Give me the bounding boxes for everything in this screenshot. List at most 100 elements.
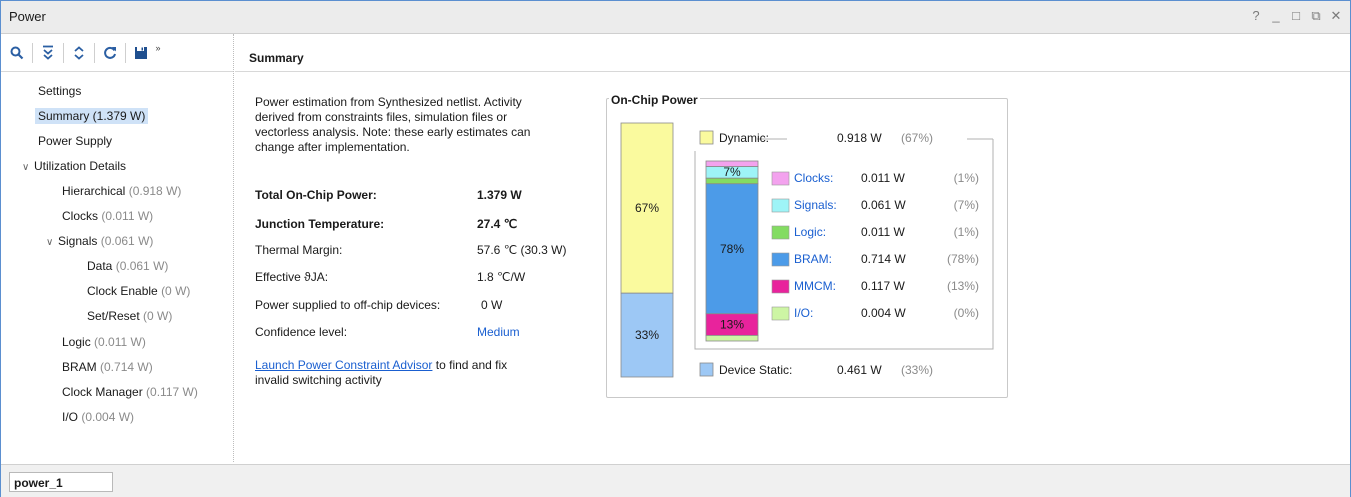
dynamic-bar-label: 7% (723, 165, 741, 179)
save-icon[interactable] (131, 43, 151, 63)
theta-ja-value: 1.8 ℃/W (477, 270, 526, 284)
tree-item-value: (0.918 W) (128, 184, 182, 198)
signals-legend-link[interactable]: Signals: (794, 198, 837, 212)
toolbar-separator (32, 42, 33, 63)
logic-watts: 0.011 W (861, 225, 905, 239)
clocks-percent: (1%) (954, 171, 979, 185)
tree-item-clock-enable[interactable]: Clock Enable (0 W) (87, 284, 190, 298)
toolbar-separator (63, 42, 64, 63)
description-line: vectorless analysis. Note: these early e… (255, 125, 531, 139)
collapse-all-icon[interactable] (38, 43, 58, 63)
dynamic-bar-label: 13% (720, 318, 744, 332)
float-button[interactable]: ⧉ (1310, 8, 1322, 24)
tree-item-signals[interactable]: ∨ Signals (0.061 W) (46, 234, 153, 248)
device-static-label: Device Static: (719, 363, 792, 377)
junction-temp-label: Junction Temperature: (255, 217, 385, 231)
bram-swatch (771, 252, 790, 267)
logic-legend-link[interactable]: Logic: (794, 225, 826, 239)
total-bar-label: 33% (635, 328, 659, 342)
estimation-description: Power estimation from Synthesized netlis… (255, 95, 575, 155)
i-o-swatch (771, 306, 790, 321)
close-button[interactable]: ✕ (1330, 8, 1342, 24)
offchip-power-label: Power supplied to off-chip devices: (255, 298, 441, 312)
tree-item-label: Utilization Details (34, 159, 127, 173)
signals-percent: (7%) (954, 198, 979, 212)
search-icon[interactable] (7, 43, 27, 63)
i-o-percent: (0%) (954, 306, 979, 320)
help-button[interactable]: ? (1250, 8, 1262, 24)
dynamic-bar-segment-logic (705, 177, 759, 185)
tree-item-label: Set/Reset (87, 309, 140, 323)
tree-item-data[interactable]: Data (0.061 W) (87, 259, 168, 273)
dynamic-bar-segment-i-o (705, 335, 759, 342)
tree-item-settings[interactable]: Settings (38, 84, 81, 98)
tree-item-clocks[interactable]: Clocks (0.011 W) (62, 209, 153, 223)
mmcm-swatch (771, 279, 790, 294)
minimize-button[interactable]: _ (1270, 8, 1282, 24)
mmcm-watts: 0.117 W (861, 279, 905, 293)
clocks-watts: 0.011 W (861, 171, 905, 185)
tree-item-value: (0 W) (143, 309, 173, 323)
offchip-power-row: Power supplied to off-chip devices: 0 W (255, 298, 502, 312)
tree-item-set-reset[interactable]: Set/Reset (0 W) (87, 309, 172, 323)
total-power-value: 1.379 W (477, 188, 522, 202)
tree-item-label: BRAM (62, 360, 97, 374)
tree-item-hierarchical[interactable]: Hierarchical (0.918 W) (62, 184, 181, 198)
tree-item-io[interactable]: I/O (0.004 W) (62, 410, 134, 424)
overflow-icon[interactable]: » (153, 43, 163, 63)
dynamic-swatch (699, 130, 714, 145)
i-o-watts: 0.004 W (861, 306, 906, 320)
summary-header: Summary (235, 34, 1350, 72)
tree-item-label: I/O (62, 410, 79, 424)
confidence-label: Confidence level: (255, 325, 348, 339)
device-static-watts: 0.461 W (837, 363, 882, 377)
tree-item-value: (0.011 W) (101, 209, 154, 223)
tree-item-logic[interactable]: Logic (0.011 W) (62, 335, 146, 349)
total-power-label: Total On-Chip Power: (255, 188, 377, 202)
advisor-text-line: invalid switching activity (255, 373, 382, 387)
clocks-legend-link[interactable]: Clocks: (794, 171, 833, 185)
junction-temp-row: Junction Temperature: 27.4 ℃ (255, 217, 517, 231)
mmcm-legend-link[interactable]: MMCM: (794, 279, 836, 293)
maximize-button[interactable]: □ (1290, 8, 1302, 24)
tree-item-label: Clock Enable (87, 284, 158, 298)
tree-item-utilization-details[interactable]: ∨ Utilization Details (22, 159, 126, 173)
tree-item-value: (0.061 W) (100, 234, 154, 248)
tree-item-bram[interactable]: BRAM (0.714 W) (62, 360, 153, 374)
expand-all-icon[interactable] (69, 43, 89, 63)
device-static-swatch (699, 362, 714, 377)
tree-item-summary[interactable]: Summary (1.379 W) (35, 108, 149, 124)
dynamic-percent: (67%) (901, 131, 933, 145)
mmcm-percent: (13%) (947, 279, 979, 293)
tree-item-clock-manager[interactable]: Clock Manager (0.117 W) (62, 385, 198, 399)
tree-item-label: Hierarchical (62, 184, 126, 198)
panel-divider[interactable] (233, 34, 235, 462)
power-window: Power ? _ □ ⧉ ✕ » Summary Settings Summa… (0, 0, 1351, 497)
tree-toolbar: » (1, 34, 233, 72)
junction-temp-value: 27.4 ℃ (477, 217, 518, 231)
bram-percent: (78%) (947, 252, 979, 266)
tree-item-power-supply[interactable]: Power Supply (38, 134, 112, 148)
description-line: change after implementation. (255, 140, 410, 154)
tree-item-value: (0 W) (161, 284, 191, 298)
theta-ja-row: Effective ϑJA: 1.8 ℃/W (255, 270, 525, 284)
title-bar: Power ? _ □ ⧉ ✕ (1, 1, 1350, 34)
signals-watts: 0.061 W (861, 198, 906, 212)
confidence-row: Confidence level: Medium (255, 325, 520, 339)
dynamic-bar-label: 78% (720, 242, 744, 256)
chevron-down-icon[interactable]: ∨ (22, 162, 34, 173)
theta-ja-label: Effective ϑJA: (255, 270, 329, 284)
tree-item-value: (0.004 W) (81, 410, 135, 424)
total-power-row: Total On-Chip Power: 1.379 W (255, 188, 522, 202)
confidence-level-link[interactable]: Medium (477, 325, 520, 339)
tree-item-label: Logic (62, 335, 91, 349)
i-o-legend-link[interactable]: I/O: (794, 306, 813, 320)
chevron-down-icon[interactable]: ∨ (46, 237, 58, 248)
on-chip-power-chart: 67% 33% 7% 78% 13% Dynamic: 0.918 W (67%) Clocks… (620, 122, 994, 378)
dynamic-watts: 0.918 W (837, 131, 882, 145)
bram-legend-link[interactable]: BRAM: (794, 252, 832, 266)
total-bar-label: 67% (635, 201, 659, 215)
tab-power-1[interactable]: power_1 (9, 472, 113, 492)
launch-power-constraint-advisor-link[interactable]: Launch Power Constraint Advisor (255, 358, 432, 372)
refresh-icon[interactable] (100, 43, 120, 63)
